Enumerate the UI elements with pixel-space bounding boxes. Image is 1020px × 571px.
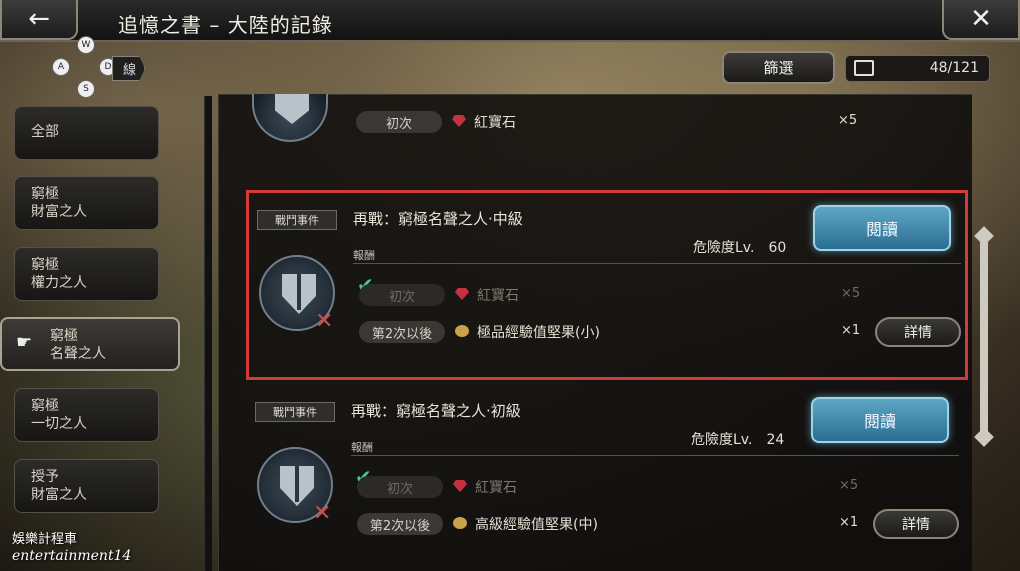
close-icon: ✕ — [970, 4, 992, 34]
counter-value: 48/121 — [929, 60, 979, 76]
list-scrollbar[interactable] — [980, 232, 988, 437]
read-button[interactable]: 閱讀 — [811, 397, 949, 443]
s-key-icon: S — [77, 80, 95, 98]
close-button[interactable]: ✕ — [942, 0, 1020, 40]
danger-label: 危險度Lv. — [691, 432, 753, 448]
sidebar-item-label: 窮極 財富之人 — [31, 186, 87, 220]
event-title: 再戰：窮極名聲之人·初級 — [351, 402, 521, 420]
w-key-icon: W — [77, 36, 95, 54]
sidebar-item-label: 窮極 一切之人 — [31, 398, 87, 432]
collection-counter: 48/121 — [845, 55, 990, 82]
event-card: 戰鬥事件 再戰：窮極名聲之人·中級 閱讀 報酬 危險度Lv. 60 ✕ ✔ 初次 … — [246, 190, 968, 380]
pointer-hand-icon: ☛ — [16, 332, 33, 353]
exp-nut-icon — [453, 517, 467, 529]
danger-value: 60 — [768, 240, 787, 256]
reward-qty: ×1 — [841, 323, 861, 338]
sidebar-item-label: 窮極 權力之人 — [31, 257, 87, 291]
sidebar-item-wealth[interactable]: 窮極 財富之人 — [14, 176, 159, 230]
watermark: 娛樂計程車 entertainment14 — [12, 531, 131, 565]
reward-qty: ×5 — [838, 113, 858, 128]
sidebar-item-label: 窮極 名聲之人 — [50, 328, 106, 362]
sidebar-item-grant-wealth[interactable]: 授予 財富之人 — [14, 459, 159, 513]
ruby-icon — [452, 115, 466, 127]
reward-name: 高級經驗值堅果(中) — [475, 517, 598, 533]
first-time-pill: 初次 — [359, 284, 445, 306]
gamepad-tag: 線 — [112, 56, 146, 81]
exp-nut-icon — [455, 325, 469, 337]
repeat-pill: 第2次以後 — [357, 513, 443, 535]
danger-label: 危險度Lv. — [693, 240, 755, 256]
reward-name: 紅寶石 — [475, 480, 517, 496]
danger-level: 危險度Lv. 24 — [691, 429, 784, 449]
sidebar-scroll-track[interactable] — [204, 96, 212, 571]
sidebar-item-fame[interactable]: ☛ 窮極 名聲之人 — [0, 317, 180, 371]
sidebar-item-power[interactable]: 窮極 權力之人 — [14, 247, 159, 301]
detail-button[interactable]: 詳情 — [875, 317, 961, 347]
read-button[interactable]: 閱讀 — [813, 205, 951, 251]
danger-level: 危險度Lv. 60 — [693, 237, 786, 257]
ruby-icon — [453, 480, 467, 492]
book-icon — [854, 60, 874, 76]
divider — [351, 455, 959, 456]
reward-label: 報酬 — [351, 441, 373, 454]
event-card: 戰鬥事件 再戰：窮極名聲之人·初級 閱讀 報酬 危險度Lv. 24 ✕ ✔ 初次 … — [246, 384, 968, 571]
first-reward-row: ✔ 初次 紅寶石 ×5 — [353, 465, 953, 499]
page-title: 追憶之書 – 大陸的記錄 — [118, 13, 333, 37]
event-type-tag: 戰鬥事件 — [255, 402, 335, 422]
first-time-pill: 初次 — [357, 476, 443, 498]
danger-value: 24 — [766, 432, 785, 448]
watermark-line2: entertainment14 — [12, 548, 132, 564]
repeat-pill: 第2次以後 — [359, 321, 445, 343]
filter-button[interactable]: 篩選 — [722, 51, 835, 84]
top-bar: ← 追憶之書 – 大陸的記錄 ✕ — [0, 0, 1020, 42]
reward-label: 報酬 — [353, 249, 375, 262]
detail-button[interactable]: 詳情 — [873, 509, 959, 539]
sidebar-item-all[interactable]: 全部 — [14, 106, 159, 160]
gamepad-hint: W A D S — [50, 36, 122, 98]
event-type-tag: 戰鬥事件 — [257, 210, 337, 230]
back-button[interactable]: ← — [0, 0, 78, 40]
reward-qty: ×5 — [841, 286, 861, 301]
event-title: 再戰：窮極名聲之人·中級 — [353, 210, 523, 228]
sidebar-item-label: 全部 — [31, 124, 59, 140]
back-arrow-icon: ← — [28, 4, 50, 34]
repeat-reward-row: 第2次以後 高級經驗值堅果(中) ×1 — [353, 512, 953, 536]
partial-reward-row: 初次 紅寶石 ×5 — [352, 110, 952, 134]
locked-x-icon: ✕ — [315, 309, 334, 334]
watermark-line1: 娛樂計程車 — [12, 532, 78, 547]
repeat-reward-row: 第2次以後 極品經驗值堅果(小) ×1 — [355, 320, 955, 344]
locked-x-icon: ✕ — [313, 501, 332, 526]
sidebar-item-label: 授予 財富之人 — [31, 469, 87, 503]
reward-qty: ×5 — [839, 478, 859, 493]
reward-name: 紅寶石 — [477, 288, 519, 304]
a-key-icon: A — [52, 58, 70, 76]
reward-name: 紅寶石 — [474, 115, 516, 131]
sidebar-item-everything[interactable]: 窮極 一切之人 — [14, 388, 159, 442]
first-reward-row: ✔ 初次 紅寶石 ×5 — [355, 273, 955, 307]
ruby-icon — [455, 288, 469, 300]
first-time-pill: 初次 — [356, 111, 442, 133]
divider — [353, 263, 961, 264]
reward-name: 極品經驗值堅果(小) — [477, 325, 600, 341]
reward-qty: ×1 — [839, 515, 859, 530]
